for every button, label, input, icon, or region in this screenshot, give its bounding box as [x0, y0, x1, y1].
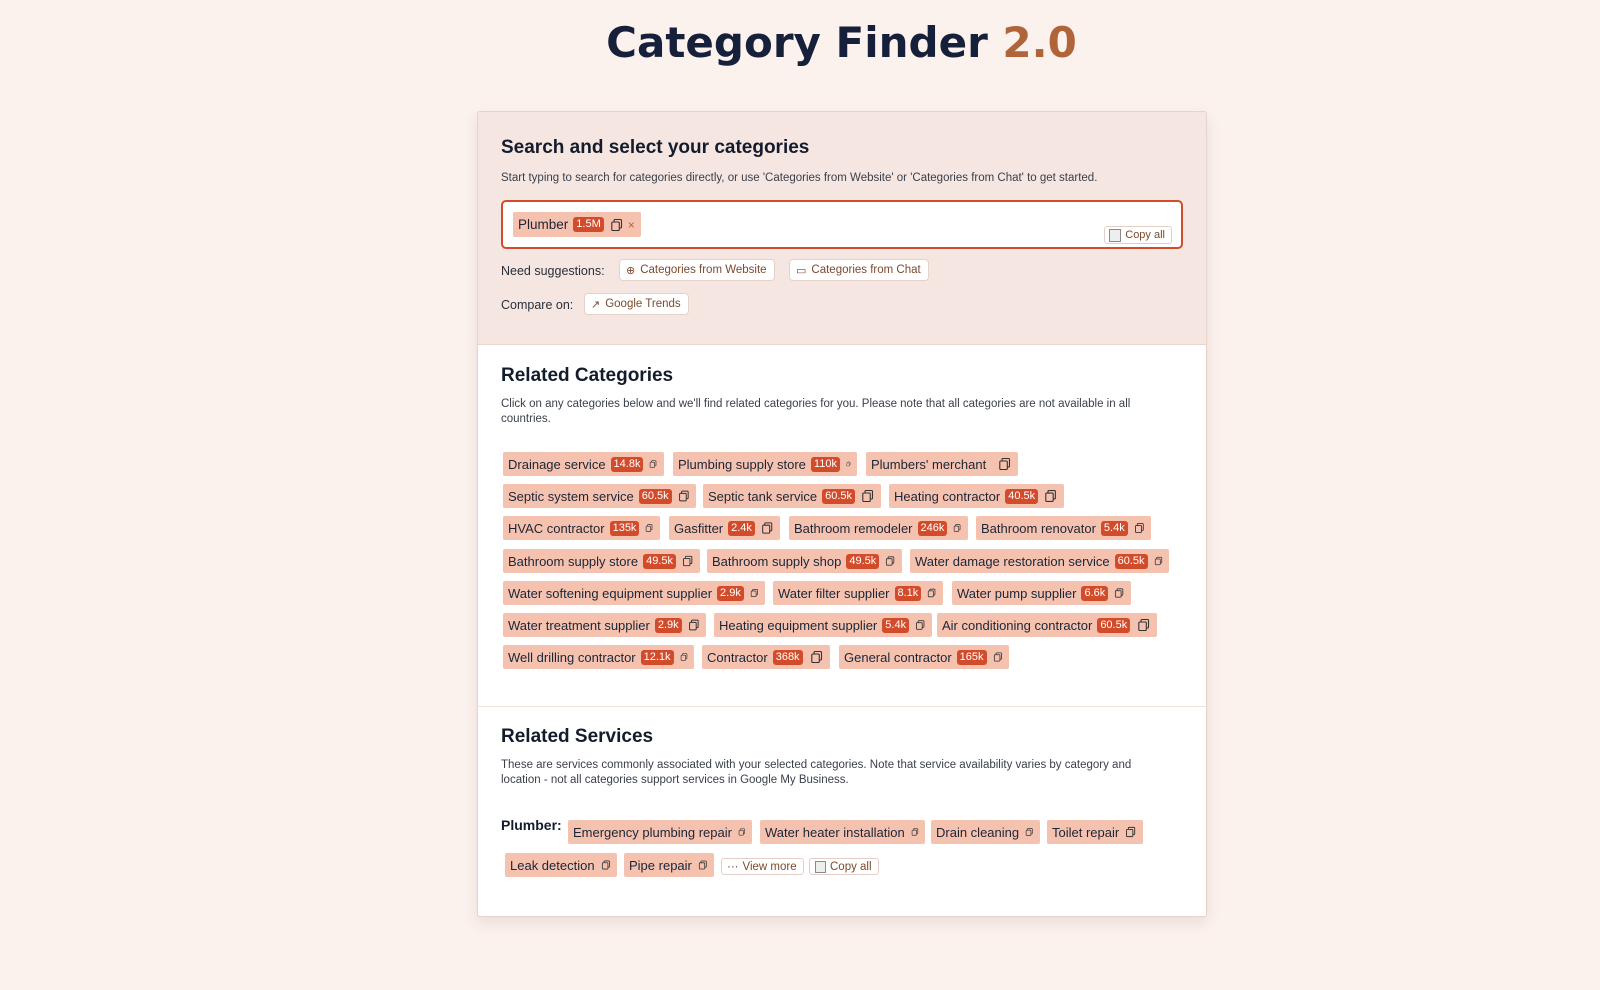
- service-chip-label: Emergency plumbing repair: [573, 824, 732, 840]
- copy-icon[interactable]: [1025, 825, 1034, 839]
- app-title: Category Finder: [606, 18, 988, 67]
- copy-icon[interactable]: [601, 858, 611, 872]
- service-chip[interactable]: Water heater installation: [760, 820, 925, 844]
- copy-icon[interactable]: [738, 825, 746, 839]
- service-chip-label: Toilet repair: [1052, 824, 1120, 840]
- service-chip[interactable]: Pipe repair: [624, 853, 714, 877]
- copy-icon[interactable]: [698, 858, 708, 872]
- service-chip[interactable]: Drain cleaning: [931, 820, 1040, 844]
- service-chip-label: Water heater installation: [765, 824, 905, 840]
- category-finder-card: Search and select your categories Start …: [477, 111, 1207, 917]
- copy-icon[interactable]: [911, 825, 919, 839]
- service-chip[interactable]: Emergency plumbing repair: [568, 820, 752, 844]
- service-chip-label: Pipe repair: [629, 857, 692, 873]
- app-version: 2.0: [1002, 18, 1077, 67]
- service-chip[interactable]: Leak detection: [505, 853, 617, 877]
- clipboard-icon: [815, 860, 826, 873]
- copy-icon[interactable]: [1125, 825, 1137, 839]
- copy-all-label: Copy all: [830, 860, 872, 873]
- related-services-list: Emergency plumbing repair Water heater in…: [478, 112, 1158, 916]
- page-title: Category Finder 2.0: [0, 18, 1600, 67]
- service-chip-label: Drain cleaning: [936, 824, 1020, 840]
- service-chip[interactable]: Toilet repair: [1047, 820, 1143, 844]
- view-more-label: View more: [742, 860, 797, 873]
- view-more-button[interactable]: ··· View more: [721, 858, 804, 875]
- services-copy-all-button[interactable]: Copy all: [809, 858, 879, 875]
- more-icon: ···: [727, 860, 739, 873]
- service-chip-label: Leak detection: [510, 857, 595, 873]
